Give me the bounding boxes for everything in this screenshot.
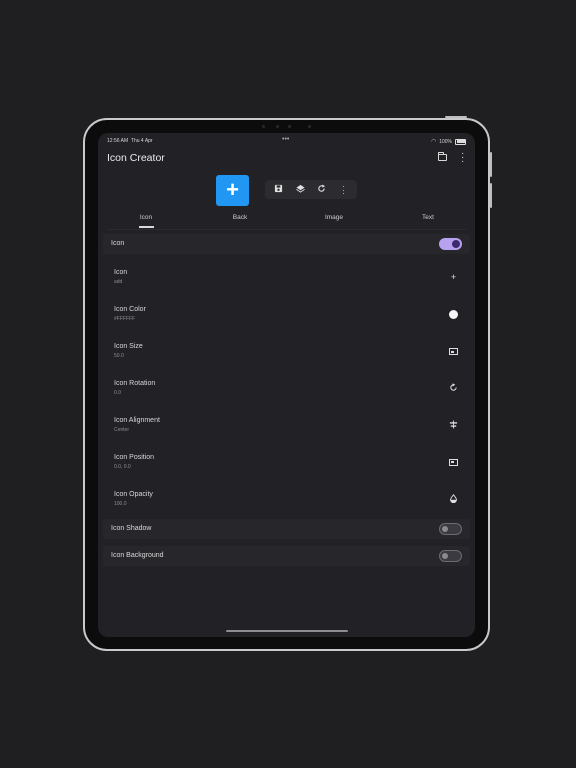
more-vert-icon[interactable]: · · · (461, 149, 464, 167)
list-item-icon[interactable]: Icon add + (103, 261, 470, 298)
layers-icon[interactable] (295, 184, 306, 195)
action-toolbar: · · · (265, 180, 357, 199)
position-icon (448, 457, 459, 468)
volume-button (445, 116, 467, 118)
icon-background-toggle[interactable] (439, 550, 462, 562)
add-icon-button[interactable]: + (216, 175, 249, 206)
tab-text[interactable]: Text (398, 214, 458, 221)
plus-icon: + (450, 272, 457, 282)
section-icon-shadow-row[interactable]: Icon Shadow (103, 519, 470, 539)
item-value: Center (114, 427, 130, 433)
icon-toggle[interactable] (439, 238, 462, 250)
section-label: Icon (111, 240, 125, 247)
side-button-top (490, 152, 492, 177)
size-icon (448, 346, 459, 357)
item-label: Icon Size (114, 343, 143, 350)
status-bar: 12:56 AM Thu 4 Apr ••• ◠ 100% (98, 136, 475, 147)
section-icon-background-row[interactable]: Icon Background (103, 546, 470, 566)
icon-settings-list: Icon add + Icon Color #FFFFFF Icon Size … (103, 257, 470, 516)
tab-icon[interactable]: Icon (116, 214, 176, 221)
list-item-icon-size[interactable]: Icon Size 50.0 (103, 335, 470, 372)
item-value: 50.0 (114, 353, 124, 359)
battery-icon (455, 138, 466, 145)
section-label: Icon Background (111, 552, 164, 559)
active-tab-indicator (139, 226, 154, 228)
item-label: Icon Position (114, 454, 155, 461)
opacity-drop-icon (448, 493, 459, 505)
folder-icon[interactable] (438, 152, 447, 161)
wifi-icon: ◠ (430, 139, 437, 145)
save-icon[interactable] (273, 184, 284, 195)
refresh-icon[interactable] (316, 184, 327, 195)
list-item-icon-alignment[interactable]: Icon Alignment Center (103, 409, 470, 446)
item-label: Icon Opacity (114, 491, 153, 498)
list-item-icon-opacity[interactable]: Icon Opacity 100.0 (103, 483, 470, 520)
list-item-icon-rotation[interactable]: Icon Rotation 0.0 (103, 372, 470, 409)
screen: 12:56 AM Thu 4 Apr ••• ◠ 100% Icon Creat… (98, 133, 475, 637)
align-center-icon (448, 420, 459, 431)
item-label: Icon (114, 269, 128, 276)
status-time: 12:56 AM Thu 4 Apr (107, 138, 153, 144)
tab-bar: Icon Back Image Text (98, 213, 475, 229)
side-button-bottom (490, 183, 492, 208)
section-label: Icon Shadow (111, 525, 152, 532)
item-value: add (114, 279, 123, 285)
home-indicator[interactable] (226, 630, 348, 632)
list-item-icon-position[interactable]: Icon Position 0.0, 0.0 (103, 446, 470, 483)
icon-shadow-toggle[interactable] (439, 523, 462, 535)
item-value: #FFFFFF (114, 316, 136, 322)
item-value: 0.0, 0.0 (114, 464, 131, 470)
status-date: Thu 4 Apr (130, 138, 153, 144)
tab-back[interactable]: Back (210, 214, 270, 221)
battery-percent: 100% (439, 138, 452, 145)
color-dot-icon (448, 309, 459, 320)
item-value: 0.0 (114, 390, 121, 396)
app-bar: Icon Creator · · · (98, 149, 475, 168)
item-value: 100.0 (114, 501, 127, 507)
rotate-icon (448, 383, 459, 394)
more-vert-icon[interactable]: · · · (338, 183, 349, 198)
item-label: Icon Rotation (114, 380, 156, 387)
item-label: Icon Alignment (114, 417, 160, 424)
camera-bar (258, 124, 318, 129)
multitask-dots[interactable]: ••• (282, 136, 289, 143)
status-right: ◠ 100% (431, 138, 466, 145)
tabs-divider (107, 229, 466, 230)
tab-image[interactable]: Image (304, 214, 364, 221)
section-icon-toggle-row[interactable]: Icon (103, 234, 470, 254)
page-title: Icon Creator (107, 152, 165, 164)
list-item-icon-color[interactable]: Icon Color #FFFFFF (103, 298, 470, 335)
item-label: Icon Color (114, 306, 146, 313)
